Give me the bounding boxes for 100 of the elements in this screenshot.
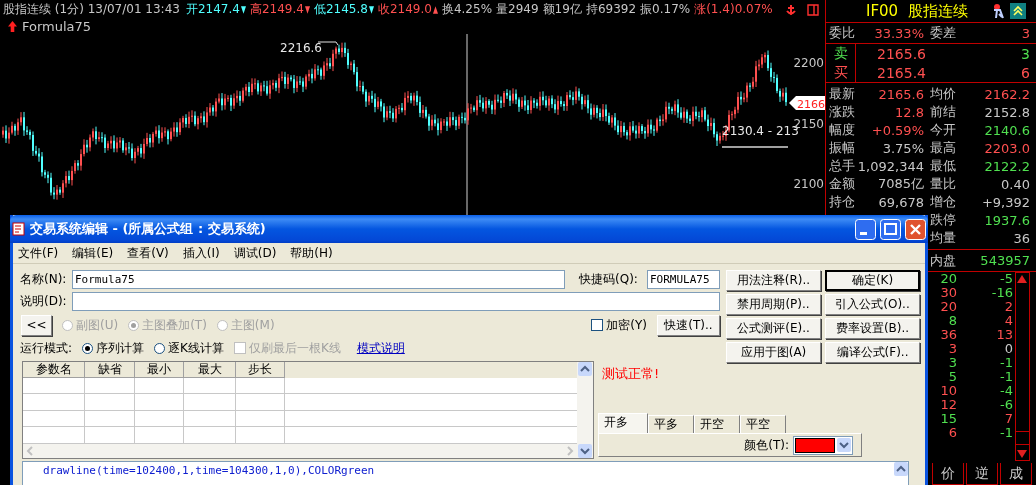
- quote-label: 最低: [929, 157, 957, 175]
- tick-volume: 15: [939, 412, 957, 426]
- quote-value: 收2149.0: [377, 1, 432, 18]
- tick-change: 7: [1003, 412, 1014, 426]
- scroll-down-arrow-icon[interactable]: [1016, 448, 1028, 460]
- dialog-button[interactable]: 费率设置(B)..: [825, 318, 920, 339]
- panel-tab[interactable]: 价: [932, 463, 964, 485]
- quote-value: 3.75%: [881, 140, 924, 156]
- radio-label: 序列计算: [96, 339, 145, 357]
- quote-label: 最高: [929, 139, 957, 157]
- anchor-icon[interactable]: [785, 3, 797, 16]
- quote-label: 委差: [929, 24, 957, 42]
- quote-value: 543957: [979, 253, 1030, 268]
- symbol-code: IF00: [866, 2, 899, 20]
- dialog-button[interactable]: 禁用周期(P)..: [726, 294, 821, 315]
- scrollbar[interactable]: [1015, 272, 1030, 461]
- radio-button[interactable]: [154, 342, 166, 354]
- minimize-button[interactable]: [855, 218, 876, 240]
- close-button[interactable]: [905, 218, 926, 240]
- quote-value: +0.59%: [870, 122, 924, 138]
- quote-label: 最新: [829, 85, 856, 103]
- name-field[interactable]: Formula75: [72, 270, 565, 290]
- checkbox[interactable]: [591, 319, 604, 332]
- quote-label: 振幅: [829, 139, 856, 157]
- tick-volume: 12: [939, 398, 957, 412]
- quote-value: 0.40: [1000, 176, 1030, 192]
- checkbox-label: 加密(Y): [606, 316, 647, 334]
- mode-help-link[interactable]: 模式说明: [356, 339, 405, 357]
- shortcut-field[interactable]: FORMULA75: [647, 270, 720, 290]
- quote-label: 总手: [829, 157, 856, 175]
- quote-value: 高2149.4: [249, 1, 304, 18]
- tick-volume: 10: [939, 384, 957, 398]
- color-dropdown[interactable]: [793, 435, 853, 455]
- maximize-button[interactable]: [880, 218, 901, 240]
- signal-tab[interactable]: 开空: [694, 415, 740, 433]
- quote-value: 7085亿: [876, 175, 924, 193]
- quote-label: 持仓: [829, 193, 856, 211]
- quote-value: 36: [1012, 230, 1030, 246]
- column-header[interactable]: 参数名: [23, 362, 85, 378]
- column-header[interactable]: 最小: [135, 362, 184, 378]
- double-chevron-up-icon[interactable]: [1010, 3, 1027, 19]
- dialog-button[interactable]: 编译公式(F)..: [825, 342, 920, 363]
- quote-title: 股指连续 (1分) 13/07/01 13:43: [3, 1, 180, 18]
- collapse-button[interactable]: <<: [21, 314, 52, 336]
- scroll-up-arrow-icon[interactable]: [1016, 273, 1028, 285]
- code-editor[interactable]: drawline(time=102400,1,time=104300,1,0),COLORgreen: [22, 461, 909, 485]
- quote-value: 2122.2: [983, 158, 1030, 174]
- quote-label: 金额: [829, 175, 856, 193]
- price-line: [721, 146, 789, 148]
- quote-label: 今开: [929, 121, 957, 139]
- quote-value: 持69392: [585, 1, 637, 18]
- tick-change: -1: [999, 370, 1014, 384]
- signal-tab[interactable]: 平多: [648, 415, 694, 433]
- radio-button[interactable]: [82, 342, 94, 354]
- dialog-button[interactable]: 用法注释(R)..: [726, 270, 821, 291]
- menu-item[interactable]: 编辑(E): [72, 244, 114, 262]
- quote-label: 幅度: [829, 121, 856, 139]
- quote-label: 均价: [929, 85, 957, 103]
- scrollbar[interactable]: [577, 362, 593, 458]
- tick-volume: 3: [947, 356, 957, 370]
- column-header[interactable]: 缺省: [85, 362, 135, 378]
- quote-value: 振0.17%: [640, 1, 691, 18]
- quote-value: 2203.0: [983, 140, 1030, 156]
- menu-item[interactable]: 帮助(H): [290, 244, 333, 262]
- column-header[interactable]: 最大: [184, 362, 236, 378]
- tick-change: -6: [999, 398, 1014, 412]
- order-price: 2165.4: [876, 64, 926, 81]
- order-side: 卖: [826, 44, 856, 63]
- signal-tab[interactable]: 开多: [598, 413, 648, 433]
- order-volume: 3: [1020, 45, 1030, 62]
- quote-value: 1937.6: [983, 212, 1030, 228]
- panel-tab[interactable]: 成: [1000, 463, 1032, 485]
- quote-value: 涨(1.4)0.07%: [694, 1, 773, 18]
- code-line: drawline(time=102400,1,time=104300,1,0),COLORgreen: [43, 463, 375, 477]
- tick-volume: 5: [947, 370, 957, 384]
- column-header[interactable]: 步长: [236, 362, 285, 378]
- quote-value: 1,092,344: [857, 158, 924, 174]
- quote-label: 增仓: [929, 193, 957, 211]
- menu-item[interactable]: 文件(F): [18, 244, 59, 262]
- dialog-button[interactable]: 应用于图(A): [726, 342, 821, 363]
- radio-label: 副图(U): [76, 316, 119, 334]
- menu-item[interactable]: 调试(D): [233, 244, 277, 262]
- description-field[interactable]: [72, 292, 720, 312]
- tick-volume: 20: [939, 272, 957, 286]
- dialog-button[interactable]: 确定(K): [825, 270, 920, 291]
- dialog-button[interactable]: 引入公式(O)..: [825, 294, 920, 315]
- quote-value: 开2147.4: [185, 1, 240, 18]
- quick-button[interactable]: 快速(T)..: [657, 314, 720, 336]
- chevron-down-icon[interactable]: [837, 438, 851, 452]
- dialog-button[interactable]: 公式测评(E)..: [726, 318, 821, 339]
- menu-item[interactable]: 查看(V): [127, 244, 169, 262]
- tick-volume: 8: [947, 314, 957, 328]
- field-label: 快捷码(Q):: [579, 271, 639, 289]
- panel-tab[interactable]: 逆: [966, 463, 998, 485]
- quote-value: 低2145.8: [313, 1, 368, 18]
- indicator-name: Formula75: [22, 19, 92, 34]
- tick-volume: 6: [947, 426, 957, 440]
- signal-tab[interactable]: 平空: [740, 415, 786, 433]
- menu-item[interactable]: 插入(I): [182, 244, 220, 262]
- panel-toggle-icon[interactable]: [807, 3, 819, 16]
